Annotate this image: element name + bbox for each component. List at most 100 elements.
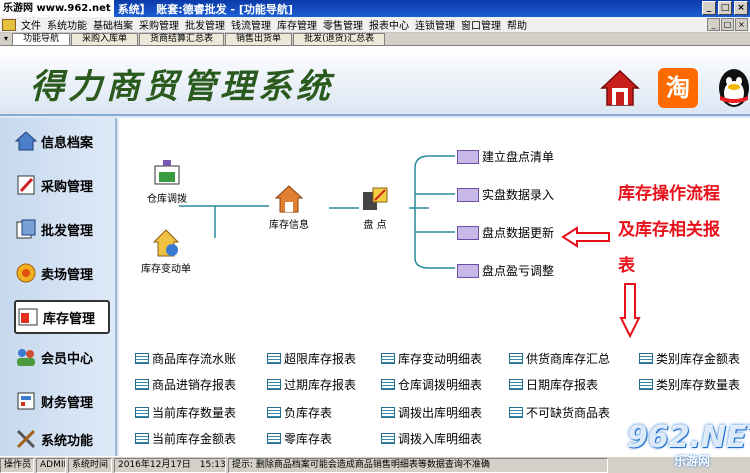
stocktake-item-label: 盘点数据更新 — [482, 226, 555, 240]
stocktake-create-list[interactable]: 建立盘点清单 — [457, 148, 554, 165]
status-time-label: 系统时间 — [68, 457, 112, 473]
sidebar-item-system[interactable]: 系统功能 — [14, 422, 110, 456]
stocktake-item-label: 盘点盈亏调整 — [482, 264, 555, 278]
report-label: 零库存表 — [284, 432, 333, 446]
tools-icon — [16, 429, 36, 449]
flow-node-stocktake[interactable]: 盘 点 — [359, 184, 391, 231]
menu-cashflow[interactable]: 钱流管理 — [228, 17, 274, 32]
sidebar-item-finance[interactable]: 财务管理 — [14, 384, 110, 418]
tab-wholesale-return-summary[interactable]: 批发(退货)汇总表 — [293, 33, 386, 45]
report-icon — [509, 379, 523, 390]
flow-node-label: 盘 点 — [363, 220, 387, 231]
tab-purchase-receipt[interactable]: 采购入库单 — [71, 33, 139, 45]
report-icon — [509, 407, 523, 418]
sidebar-item-label: 会员中心 — [41, 351, 94, 367]
report-icon — [381, 407, 395, 418]
report-label: 调拨入库明细表 — [398, 432, 483, 446]
status-hint: 提示: 删除商品档案可能会造成商品销售明细表等数据查询不准确 — [228, 457, 608, 473]
qq-penguin-icon[interactable] — [714, 66, 750, 110]
sidebar-item-label: 采购管理 — [41, 179, 94, 195]
flow-node-label: 库存变动单 — [141, 264, 191, 275]
report-icon — [381, 379, 395, 390]
menu-retail[interactable]: 零售管理 — [320, 17, 366, 32]
stocktake-enter-data[interactable]: 实盘数据录入 — [457, 186, 554, 203]
report-icon — [381, 353, 395, 364]
menu-reports[interactable]: 报表中心 — [366, 17, 412, 32]
menu-help[interactable]: 帮助 — [504, 17, 530, 32]
report-transfer-detail[interactable]: 仓库调拨明细表 — [381, 376, 482, 393]
tab-sales-delivery[interactable]: 销售出货单 — [225, 33, 293, 45]
sidebar-item-store[interactable]: 卖场管理 — [14, 256, 110, 290]
close-button[interactable]: × — [734, 1, 748, 15]
mdi-minimize-button[interactable]: _ — [707, 18, 720, 31]
report-label: 商品库存流水账 — [152, 352, 237, 366]
flow-node-label: 库存信息 — [269, 220, 309, 231]
mdi-restore-button[interactable]: □ — [721, 18, 734, 31]
report-category-quantity[interactable]: 类别库存数量表 — [639, 376, 740, 393]
stocktake-update-data[interactable]: 盘点数据更新 — [457, 224, 554, 241]
home-icon[interactable] — [600, 68, 640, 108]
menu-wholesale[interactable]: 批发管理 — [182, 17, 228, 32]
app-menu-icon[interactable] — [2, 18, 16, 31]
report-transfer-in-detail[interactable]: 调拨入库明细表 — [381, 430, 482, 447]
report-label: 超限库存报表 — [284, 352, 357, 366]
report-label: 类别库存数量表 — [656, 378, 741, 392]
flow-node-transfer[interactable]: 仓库调拨 — [147, 158, 187, 205]
stock-change-icon — [152, 229, 180, 257]
menu-chain[interactable]: 连锁管理 — [412, 17, 458, 32]
menu-basic-records[interactable]: 基础档案 — [90, 17, 136, 32]
status-time-value: 2016年12月17日 15:13:52 — [114, 457, 226, 473]
wholesale-icon — [16, 219, 36, 239]
minimize-button[interactable]: _ — [702, 1, 716, 15]
menu-window[interactable]: 窗口管理 — [458, 17, 504, 32]
menu-inventory[interactable]: 库存管理 — [274, 17, 320, 32]
sidebar-nav: 信息档案 采购管理 批发管理 卖场管理 库存管理 会员中心 财务管理 系统功能 — [0, 118, 117, 456]
maximize-button[interactable]: □ — [718, 1, 732, 15]
menu-file[interactable]: 文件 — [18, 17, 44, 32]
report-label: 不可缺货商品表 — [526, 406, 611, 420]
flow-node-inventory-info[interactable]: 库存信息 — [269, 184, 309, 231]
tab-function-nav[interactable]: 功能导航 — [12, 33, 71, 45]
watermark-logo: 962.NET — [627, 420, 750, 455]
report-icon — [381, 433, 395, 444]
sidebar-item-purchase[interactable]: 采购管理 — [14, 168, 110, 202]
report-stock-change-detail[interactable]: 库存变动明细表 — [381, 350, 482, 367]
report-transfer-out-detail[interactable]: 调拨出库明细表 — [381, 404, 482, 421]
watermark-bottom: 962.NET 乐游网 — [612, 418, 750, 473]
taobao-icon[interactable]: 淘 — [658, 68, 698, 108]
annotation-text: 库存操作流程 及库存相关报 表 — [618, 176, 750, 284]
tab-supplier-settlement[interactable]: 货商结算汇总表 — [139, 33, 225, 45]
report-zero-stock[interactable]: 零库存表 — [267, 430, 332, 447]
sidebar-item-wholesale[interactable]: 批发管理 — [14, 212, 110, 246]
stocktake-adjust[interactable]: 盘点盈亏调整 — [457, 262, 554, 279]
report-icon — [135, 407, 149, 418]
sidebar-item-members[interactable]: 会员中心 — [14, 340, 110, 374]
menu-system[interactable]: 系统功能 — [44, 17, 90, 32]
report-over-limit[interactable]: 超限库存报表 — [267, 350, 356, 367]
report-label: 过期库存报表 — [284, 378, 357, 392]
report-current-amount[interactable]: 当前库存金额表 — [135, 430, 236, 447]
members-icon — [17, 349, 35, 366]
mdi-close-button[interactable]: × — [735, 18, 748, 31]
red-arrow-down-icon — [619, 283, 641, 338]
report-stock-ledger[interactable]: 商品库存流水账 — [135, 350, 236, 367]
report-expired[interactable]: 过期库存报表 — [267, 376, 356, 393]
title-bar: 乐游网 www.962.net 系统】 账套:德睿批发 - [功能导航] _ □… — [0, 0, 750, 17]
report-icon — [267, 379, 281, 390]
tab-dropdown-icon[interactable]: ▾ — [0, 33, 12, 45]
report-date-stock[interactable]: 日期库存报表 — [509, 376, 598, 393]
stocktake-item-label: 建立盘点清单 — [482, 150, 555, 164]
report-current-quantity[interactable]: 当前库存数量表 — [135, 404, 236, 421]
flow-node-change-order[interactable]: 库存变动单 — [141, 228, 191, 275]
report-negative-stock[interactable]: 负库存表 — [267, 404, 332, 421]
report-supplier-stock[interactable]: 供货商库存汇总 — [509, 350, 610, 367]
report-label: 库存变动明细表 — [398, 352, 483, 366]
house-folder-icon — [14, 131, 38, 151]
sidebar-item-info-records[interactable]: 信息档案 — [14, 124, 110, 158]
report-category-amount[interactable]: 类别库存金额表 — [639, 350, 740, 367]
main-panel: 仓库调拨 库存变动单 库存信息 盘 点 建立盘点清单 实盘数据录入 盘点数据更新… — [119, 118, 750, 456]
menu-purchase[interactable]: 采购管理 — [136, 17, 182, 32]
report-must-stock-items[interactable]: 不可缺货商品表 — [509, 404, 610, 421]
report-in-out-stock[interactable]: 商品进销存报表 — [135, 376, 236, 393]
sidebar-item-inventory[interactable]: 库存管理 — [14, 300, 110, 334]
